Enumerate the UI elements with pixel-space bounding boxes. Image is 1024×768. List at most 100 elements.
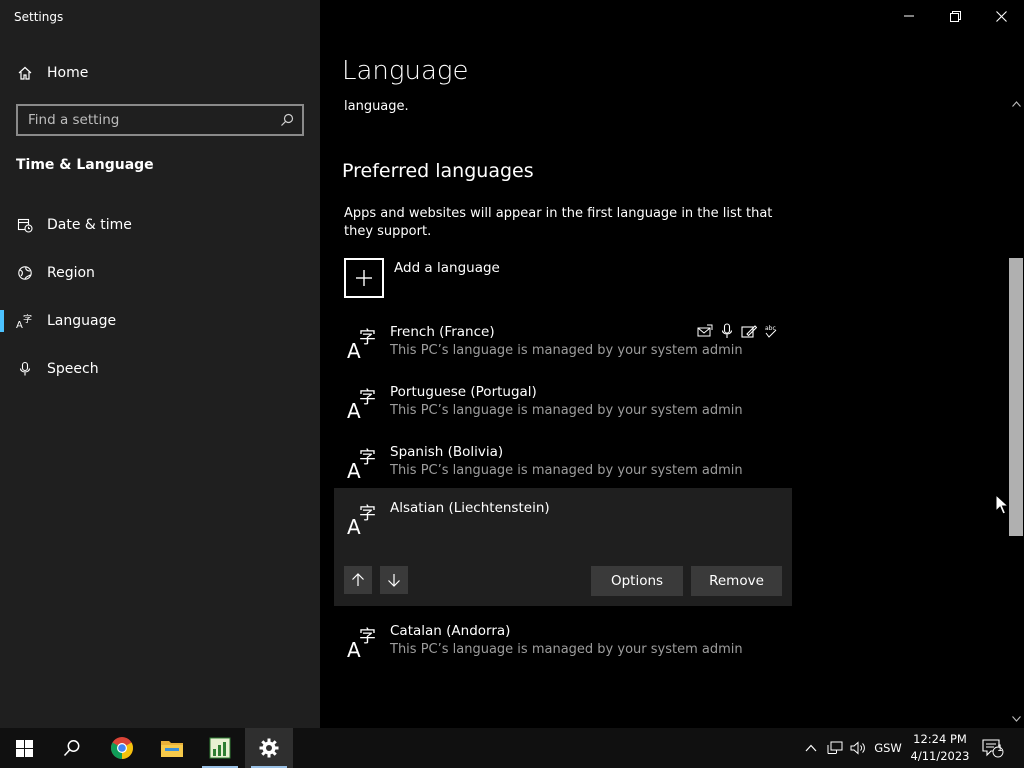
remove-button[interactable]: Remove xyxy=(691,566,782,596)
sidebar-item-speech[interactable]: Speech xyxy=(0,347,320,391)
display-language-icon xyxy=(696,322,714,340)
chrome-icon xyxy=(111,737,133,759)
add-language-label: Add a language xyxy=(394,260,500,276)
sidebar-item-region[interactable]: Region xyxy=(0,251,320,295)
language-status: This PC’s language is managed by your sy… xyxy=(390,403,743,418)
mouse-cursor-icon xyxy=(995,494,1009,515)
svg-text:字: 字 xyxy=(359,627,376,647)
network-icon xyxy=(827,741,843,754)
language-name: Alsatian (Liechtenstein) xyxy=(390,500,550,516)
svg-text:abc: abc xyxy=(765,325,776,332)
spreadsheet-icon xyxy=(209,737,231,759)
clock-date: 4/11/2023 xyxy=(910,749,970,763)
home-link[interactable]: Home xyxy=(0,51,320,95)
folder-icon xyxy=(161,741,183,757)
clock-time: 12:24 PM xyxy=(913,732,967,746)
close-button[interactable] xyxy=(978,0,1024,32)
add-language-button[interactable]: Add a language xyxy=(344,258,500,298)
preferred-languages-description: Apps and websites will appear in the fir… xyxy=(344,206,773,239)
speech-feature-icon xyxy=(718,322,736,340)
svg-text:字: 字 xyxy=(359,328,376,348)
scroll-up-button[interactable] xyxy=(1008,97,1024,111)
sidebar-item-label: Speech xyxy=(47,361,99,377)
minimize-button[interactable] xyxy=(886,0,932,32)
chevron-down-icon xyxy=(1011,716,1021,722)
taskbar-search-button[interactable] xyxy=(48,728,96,768)
taskbar-file-explorer[interactable] xyxy=(148,728,196,768)
close-icon xyxy=(995,10,1007,22)
microphone-icon xyxy=(16,360,34,378)
language-name: Spanish (Bolivia) xyxy=(390,444,504,460)
plus-icon xyxy=(344,258,384,298)
app-title: Settings xyxy=(14,10,64,24)
globe-icon xyxy=(16,264,34,282)
clipped-description: language. xyxy=(344,99,409,114)
spellcheck-feature-icon: abc xyxy=(762,322,780,340)
volume-icon xyxy=(850,741,865,755)
language-status: This PC’s language is managed by your sy… xyxy=(390,642,743,657)
taskbar: GSW 12:24 PM 4/11/2023 1 xyxy=(0,728,1024,768)
calendar-clock-icon xyxy=(16,216,34,234)
language-item-portuguese[interactable]: A字 Portuguese (Portugal) This PC’s langu… xyxy=(334,380,792,440)
page-title: Language xyxy=(342,56,469,86)
home-label: Home xyxy=(47,65,89,81)
windows-logo-icon xyxy=(15,739,33,757)
chevron-up-icon xyxy=(1011,101,1021,107)
language-name: French (France) xyxy=(390,324,495,340)
language-icon: A字 xyxy=(16,312,34,330)
sidebar-item-label: Date & time xyxy=(47,217,132,233)
language-item-alsatian[interactable]: A字 Alsatian (Liechtenstein) Options Remo… xyxy=(334,488,792,606)
svg-text:字: 字 xyxy=(359,448,376,468)
start-button[interactable] xyxy=(0,728,48,768)
language-status: This PC’s language is managed by your sy… xyxy=(390,343,743,358)
language-icon: A字 xyxy=(347,388,376,420)
svg-text:A: A xyxy=(16,320,23,329)
search-box[interactable] xyxy=(16,104,304,136)
move-up-button[interactable] xyxy=(344,566,372,594)
search-icon[interactable] xyxy=(272,106,302,134)
search-input[interactable] xyxy=(18,112,272,128)
language-icon: A字 xyxy=(347,328,376,360)
taskbar-settings[interactable] xyxy=(245,728,293,768)
sidebar-item-date-time[interactable]: Date & time xyxy=(0,203,320,247)
scroll-down-button[interactable] xyxy=(1008,712,1024,726)
taskbar-spreadsheet-app[interactable] xyxy=(196,728,244,768)
arrow-down-icon xyxy=(388,574,400,587)
preferred-languages-heading: Preferred languages xyxy=(342,160,534,182)
scrollbar-thumb[interactable] xyxy=(1009,258,1023,536)
language-name: Catalan (Andorra) xyxy=(390,623,511,639)
svg-text:字: 字 xyxy=(359,504,376,524)
home-icon xyxy=(16,64,34,82)
taskbar-clock[interactable]: 12:24 PM 4/11/2023 xyxy=(906,731,974,765)
gear-icon xyxy=(259,738,279,758)
show-hidden-icons-button[interactable] xyxy=(800,728,822,768)
chevron-up-icon xyxy=(805,744,817,752)
handwriting-feature-icon xyxy=(740,322,758,340)
volume-button[interactable] xyxy=(847,728,869,768)
language-item-catalan[interactable]: A字 Catalan (Andorra) This PC’s language … xyxy=(334,619,792,679)
svg-text:字: 字 xyxy=(23,313,32,325)
taskbar-chrome[interactable] xyxy=(98,728,146,768)
move-down-button[interactable] xyxy=(380,566,408,594)
sidebar: Settings Home Time & Language Date & tim… xyxy=(0,0,320,728)
network-button[interactable] xyxy=(824,728,846,768)
minimize-icon xyxy=(904,15,914,17)
search-icon xyxy=(63,740,80,757)
svg-text:字: 字 xyxy=(359,388,376,408)
section-heading: Time & Language xyxy=(16,157,154,173)
action-center-button[interactable]: 1 xyxy=(978,728,1008,768)
sidebar-item-label: Language xyxy=(47,313,117,329)
input-method-label: GSW xyxy=(874,741,902,755)
options-button[interactable]: Options xyxy=(591,566,683,596)
language-name: Portuguese (Portugal) xyxy=(390,384,537,400)
input-method-indicator[interactable]: GSW xyxy=(872,728,904,768)
sidebar-item-language[interactable]: A字 Language xyxy=(0,299,320,343)
language-icon: A字 xyxy=(347,504,376,536)
restore-button[interactable] xyxy=(932,0,978,32)
language-item-french[interactable]: A字 French (France) This PC’s language is… xyxy=(334,320,792,380)
arrow-up-icon xyxy=(352,573,364,586)
language-status: This PC’s language is managed by your sy… xyxy=(390,463,743,478)
language-icon: A字 xyxy=(347,448,376,480)
notification-count: 1 xyxy=(997,744,1003,754)
restore-icon xyxy=(949,10,961,22)
